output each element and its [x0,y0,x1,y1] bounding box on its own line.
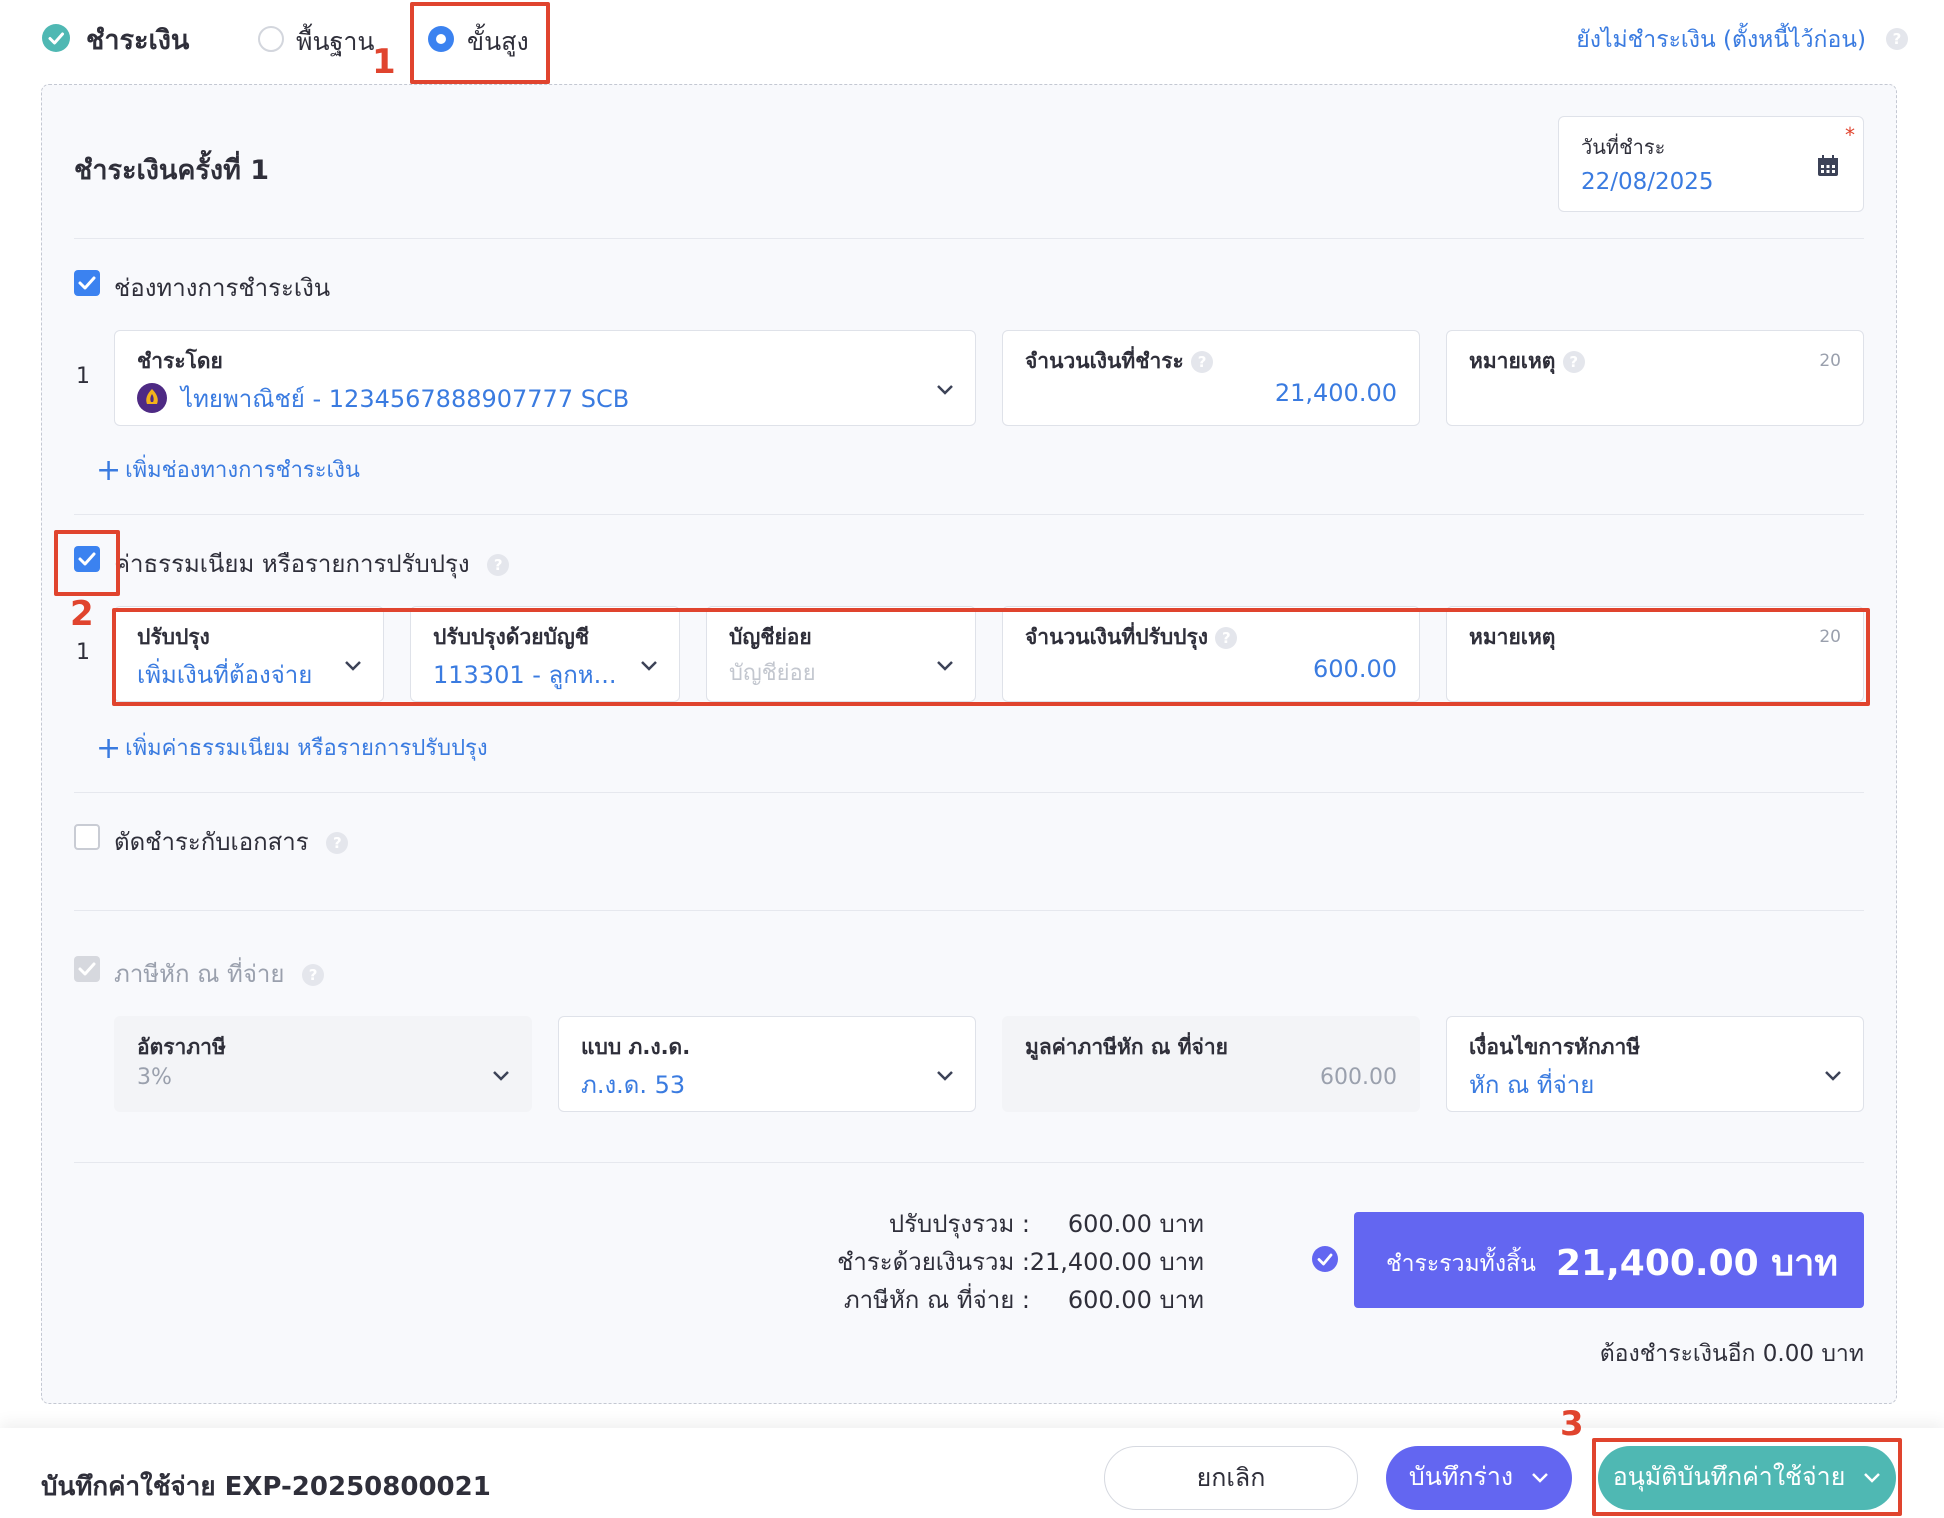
wht-total-label: ภาษีหัก ณ ที่จ่าย : [843,1286,1030,1314]
wht-label: ภาษีหัก ณ ที่จ่าย ? [114,954,325,993]
section-title: ชำระเงิน [86,25,190,56]
fees-label-text: ค่าธรรมเนียม หรือรายการปรับปรุง [114,550,470,578]
calendar-icon[interactable] [1817,155,1839,177]
tax-rate-label: อัตราภาษี [137,1035,226,1059]
grand-total-label: ชำระรวมทั้งสิ้น [1386,1251,1536,1277]
help-icon[interactable]: ? [302,964,325,986]
divider [74,910,1864,911]
save-draft-label: บันทึกร่าง [1408,1462,1514,1491]
confirm-check-icon [1312,1246,1338,1272]
annotation-box-1 [410,2,550,84]
annotation-box-2b [112,608,1870,706]
remaining-amount: ต้องชำระเงินอีก 0.00 บาท [1599,1341,1864,1367]
chevron-down-icon[interactable] [1823,1069,1843,1083]
add-channel-link[interactable]: + เพิ่มช่องทางการชำระเงิน [96,452,360,488]
document-title: บันทึกค่าใช้จ่าย EXP-20250800021 [41,1472,491,1502]
grand-total-value: 21,400.00 บาท [1556,1243,1839,1284]
help-icon[interactable]: ? [1886,28,1908,50]
wht-amount-label: มูลค่าภาษีหัก ณ ที่จ่าย [1025,1035,1228,1059]
pay-by-value: ไทยพาณิชย์ - 1234567888907777 SCB [181,385,630,413]
pnd-form-value: ภ.ง.ด. 53 [581,1071,686,1099]
wht-condition-value: หัก ณ ที่จ่าย [1469,1071,1595,1099]
wht-condition-label: เงื่อนไขการหักภาษี [1469,1035,1641,1059]
divider [74,792,1864,793]
help-icon[interactable]: ? [326,832,349,854]
section-check-icon [42,24,70,52]
chevron-down-icon [493,1071,509,1081]
tax-rate-value: 3% [137,1065,172,1090]
channels-label: ช่องทางการชำระเงิน [114,274,331,302]
scb-bank-icon [137,383,167,413]
pnd-form-select[interactable]: แบบ ภ.ง.ด. ภ.ง.ด. 53 [558,1016,976,1112]
plus-icon: + [96,453,122,488]
plus-icon: + [96,731,122,766]
help-icon[interactable]: ? [487,554,510,576]
offset-label-text: ตัดชำระกับเอกสาร [114,828,309,856]
divider [74,238,1864,239]
mode-basic-label[interactable]: พื้นฐาน [296,22,375,62]
annotation-number-1: 1 [372,42,396,82]
channels-checkbox[interactable] [74,270,100,296]
pay-by-select[interactable]: ชำระโดย ไทยพาณิชย์ - 1234567888907777 SC… [114,330,976,426]
adjust-total-label: ปรับปรุงรวม : [888,1210,1030,1238]
payment-note-label-text: หมายเหตุ [1469,349,1556,373]
wht-amount-field: มูลค่าภาษีหัก ณ ที่จ่าย 600.00 [1002,1016,1420,1112]
channel-row-number: 1 [76,364,90,389]
paid-total-label: ชำระด้วยเงินรวม : [837,1248,1030,1276]
chevron-down-icon [1532,1473,1548,1483]
wht-total-value: 600.00 บาท [1067,1286,1204,1314]
payment-date-label: วันที่ชำระ [1581,135,1666,159]
payment-round-title: ชำระเงินครั้งที่ 1 [74,155,270,186]
payment-amount-label: จำนวนเงินที่ชำระ ? [1025,345,1214,378]
unpaid-link[interactable]: ยังไม่ชำระเงิน (ตั้งหนี้ไว้ก่อน) [1576,22,1866,58]
help-icon[interactable]: ? [1562,351,1585,373]
mode-basic-radio[interactable] [258,26,284,52]
add-fee-link[interactable]: + เพิ่มค่าธรรมเนียม หรือรายการปรับปรุง [96,730,488,766]
annotation-box-2a [54,530,120,596]
chevron-down-icon[interactable] [935,1069,955,1083]
payment-note-field[interactable]: หมายเหตุ ? 20 [1446,330,1864,426]
pay-by-label: ชำระโดย [137,349,223,373]
save-draft-button[interactable]: บันทึกร่าง [1386,1446,1572,1510]
cancel-button[interactable]: ยกเลิก [1104,1446,1358,1510]
annotation-box-3 [1592,1438,1902,1516]
payment-date-value: 22/08/2025 [1581,169,1714,195]
payment-amount-label-text: จำนวนเงินที่ชำระ [1025,349,1184,373]
offset-checkbox[interactable] [74,824,100,850]
add-fee-label: เพิ่มค่าธรรมเนียม หรือรายการปรับปรุง [125,736,488,761]
tax-rate-select: อัตราภาษี 3% [114,1016,532,1112]
required-mark: * [1845,123,1855,147]
wht-amount-value: 600.00 [1320,1065,1397,1090]
paid-total-value: 21,400.00 บาท [1029,1248,1204,1276]
divider [74,1162,1864,1163]
annotation-number-2: 2 [70,594,94,634]
note-char-count: 20 [1819,351,1841,371]
fee-row-number: 1 [76,640,90,665]
adjust-total-value: 600.00 บาท [1067,1210,1204,1238]
payment-amount-value: 21,400.00 [1274,379,1397,407]
wht-checkbox [74,956,100,982]
pnd-form-label: แบบ ภ.ง.ด. [581,1035,691,1059]
help-icon[interactable]: ? [1191,351,1214,373]
chevron-down-icon[interactable] [935,383,955,397]
grand-total-box: ชำระรวมทั้งสิ้น 21,400.00 บาท [1354,1212,1864,1308]
divider [74,514,1864,515]
payment-date-field[interactable]: วันที่ชำระ * 22/08/2025 [1558,116,1864,212]
payment-note-label: หมายเหตุ ? [1469,345,1585,378]
payment-amount-field[interactable]: จำนวนเงินที่ชำระ ? 21,400.00 [1002,330,1420,426]
wht-condition-select[interactable]: เงื่อนไขการหักภาษี หัก ณ ที่จ่าย [1446,1016,1864,1112]
fees-label: ค่าธรรมเนียม หรือรายการปรับปรุง ? [114,544,510,583]
wht-label-text: ภาษีหัก ณ ที่จ่าย [114,960,285,988]
offset-label: ตัดชำระกับเอกสาร ? [114,822,349,861]
annotation-number-3: 3 [1560,1404,1584,1444]
add-channel-label: เพิ่มช่องทางการชำระเงิน [125,458,360,483]
